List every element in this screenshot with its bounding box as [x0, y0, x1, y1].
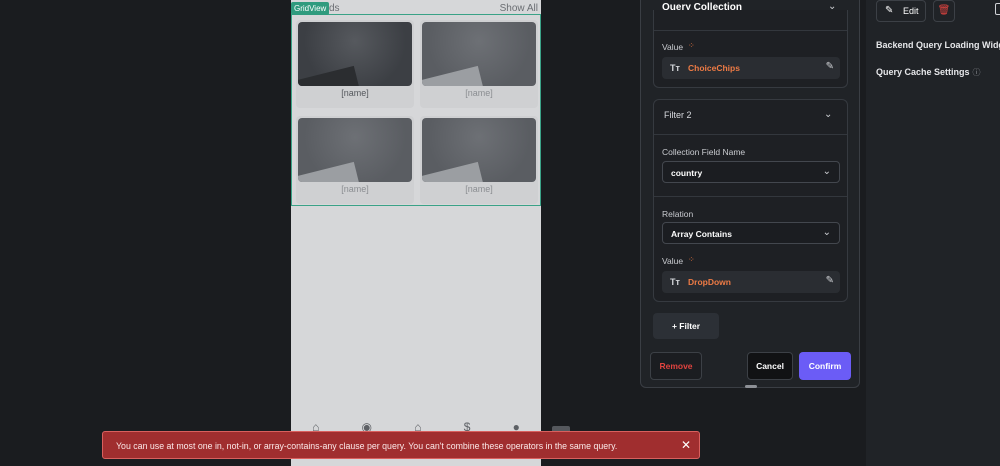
phone-preview: ds Show All [name] [name] [name] [name] … [291, 0, 541, 466]
chevron-down-icon: ⌄ [822, 227, 831, 238]
collection-field-name-label: Collection Field Name [662, 147, 746, 157]
divider [654, 196, 847, 197]
value-field[interactable]: Tт DropDown ✎ [662, 271, 840, 293]
gridview-selection[interactable]: [name] [name] [name] [name] [291, 14, 541, 206]
edit-pencil-icon: ✎ [885, 5, 894, 16]
value-label: Value [662, 256, 684, 266]
section-title: ds [329, 3, 340, 14]
collection-field-value: country [671, 168, 703, 178]
variable-icon[interactable]: ⁘ [688, 255, 695, 264]
filter-2-title[interactable]: Filter 2 [664, 110, 692, 120]
close-icon[interactable]: ✕ [681, 438, 691, 452]
divider [654, 134, 847, 135]
card-image [422, 22, 536, 86]
chevron-down-icon: ⌄ [822, 166, 831, 177]
remove-button[interactable]: Remove [650, 352, 702, 380]
filter-1-section: Value ⁘ Tт ChoiceChips ✎ [653, 10, 848, 88]
chevron-down-icon[interactable]: ⌄ [824, 109, 832, 120]
plus-icon: + [671, 321, 677, 331]
collection-field-select[interactable]: country ⌄ [662, 161, 840, 183]
backend-query-loading-label: Backend Query Loading Widge [876, 40, 1000, 50]
grid-card[interactable]: [name] [420, 20, 538, 108]
value-text: DropDown [688, 277, 731, 287]
card-image [298, 118, 412, 182]
show-all-link[interactable]: Show All [500, 3, 538, 14]
cancel-button[interactable]: Cancel [747, 352, 793, 380]
properties-panel: ✎ Edit 🗑 Backend Query Loading Widge Que… [866, 0, 1000, 466]
error-toast: You can use at most one in, not-in, or a… [102, 431, 700, 459]
confirm-button[interactable]: Confirm [799, 352, 851, 380]
value-field[interactable]: Tт ChoiceChips ✎ [662, 57, 840, 79]
relation-value: Array Contains [671, 229, 732, 239]
query-collection-panel: Query Collection ⌄ Value ⁘ Tт ChoiceChip… [640, 0, 860, 388]
edit-pencil-icon[interactable]: ✎ [826, 275, 834, 286]
value-text: ChoiceChips [688, 63, 740, 73]
delete-button[interactable]: 🗑 [933, 0, 955, 22]
trash-icon: 🗑 [937, 5, 951, 16]
text-type-icon: Tт [670, 63, 680, 73]
card-name: [name] [341, 184, 369, 194]
info-icon[interactable]: ⓘ [973, 68, 981, 77]
toast-message: You can use at most one in, not-in, or a… [116, 441, 618, 451]
card-image [422, 118, 536, 182]
grid-card[interactable]: [name] [420, 116, 538, 204]
gridview-badge: GridView [291, 2, 330, 15]
resize-handle[interactable] [745, 385, 757, 388]
card-name: [name] [341, 88, 369, 98]
query-cache-settings-row[interactable]: Query Cache Settings ⓘ [876, 67, 981, 78]
filter-2-section: Filter 2 ⌄ Collection Field Name country… [653, 99, 848, 302]
edit-button[interactable]: ✎ Edit [876, 0, 926, 22]
add-filter-label: Filter [679, 321, 701, 331]
copy-icon[interactable] [995, 3, 1000, 15]
grid-card[interactable]: [name] [296, 116, 414, 204]
relation-label: Relation [662, 209, 694, 219]
edit-pencil-icon[interactable]: ✎ [826, 61, 834, 72]
query-cache-settings-label: Query Cache Settings [876, 67, 970, 77]
relation-select[interactable]: Array Contains ⌄ [662, 222, 840, 244]
value-label: Value [662, 42, 684, 52]
card-name: [name] [465, 184, 493, 194]
edit-label: Edit [903, 6, 919, 16]
text-type-icon: Tт [670, 277, 680, 287]
card-name: [name] [465, 88, 493, 98]
grid-card[interactable]: [name] [296, 20, 414, 108]
divider [654, 30, 847, 31]
variable-icon[interactable]: ⁘ [688, 41, 695, 50]
card-image [298, 22, 412, 86]
add-filter-button[interactable]: + Filter [653, 313, 719, 339]
